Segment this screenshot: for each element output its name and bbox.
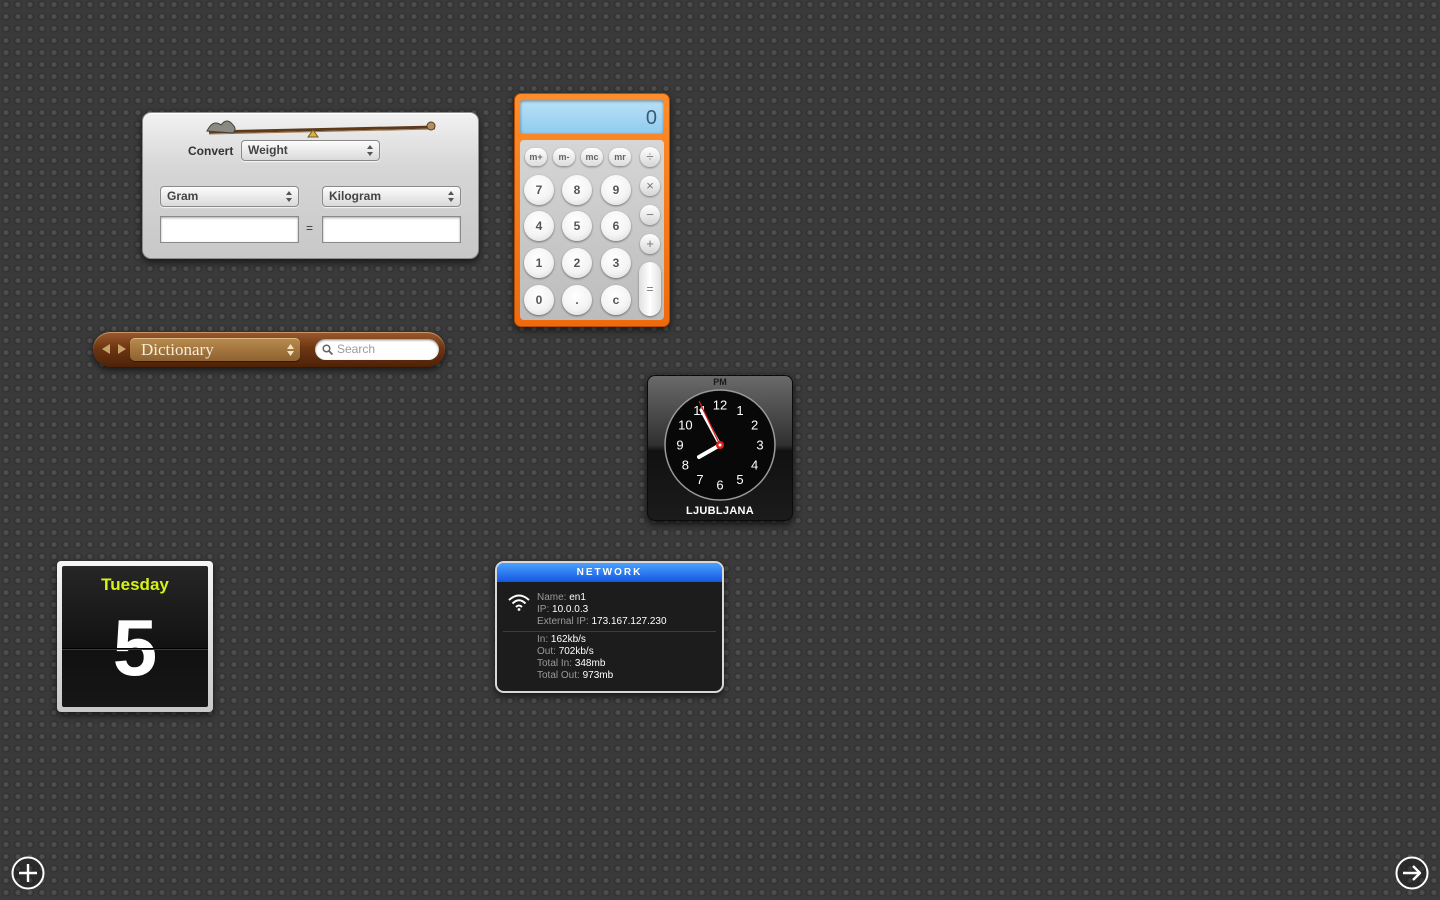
network-in-row: In: 162kb/s xyxy=(537,634,586,645)
category-value: Weight xyxy=(248,143,288,157)
clock-numeral: 5 xyxy=(736,472,743,487)
category-select[interactable]: Weight xyxy=(241,140,380,161)
clock-numeral: 3 xyxy=(756,438,763,453)
dictionary-source-select[interactable]: Dictionary xyxy=(130,338,300,361)
popup-arrows-icon xyxy=(367,145,373,156)
add-button[interactable]: + xyxy=(640,234,660,254)
subtract-button[interactable]: − xyxy=(640,205,660,225)
total-out-value: 973mb xyxy=(582,670,614,681)
memory-recall-button[interactable]: mr xyxy=(609,148,631,166)
out-label: Out: xyxy=(537,646,556,657)
digit-5-button[interactable]: 5 xyxy=(562,211,592,241)
clock-numeral: 10 xyxy=(678,418,692,433)
network-total-in-row: Total In: 348mb xyxy=(537,658,605,669)
clock-numeral: 4 xyxy=(751,458,758,473)
search-icon xyxy=(322,344,333,355)
to-unit-value: Kilogram xyxy=(329,189,382,203)
total-in-value: 348mb xyxy=(574,658,606,669)
in-label: In: xyxy=(537,634,549,645)
network-header: NETWORK xyxy=(497,563,722,582)
ip-address: 10.0.0.3 xyxy=(552,604,589,615)
total-out-label: Total Out: xyxy=(537,670,580,681)
search-placeholder: Search xyxy=(337,342,376,356)
network-widget[interactable]: NETWORK Name: en1 IP: 10.0.0.3 External … xyxy=(495,561,724,693)
memory-add-button[interactable]: m+ xyxy=(525,148,547,166)
clock-city-label: LJUBLJANA xyxy=(685,505,755,517)
network-divider xyxy=(503,631,716,632)
weekday-label: Tuesday xyxy=(101,575,169,594)
clock-numeral: 1 xyxy=(736,403,743,418)
wifi-icon xyxy=(508,594,530,611)
from-unit-select[interactable]: Gram xyxy=(160,186,299,207)
external-ip-label: External IP: xyxy=(537,616,589,627)
ip-label: IP: xyxy=(537,604,550,615)
clock-numeral: 12 xyxy=(713,398,727,413)
multiply-button[interactable]: × xyxy=(640,176,660,196)
decimal-button[interactable]: . xyxy=(562,285,592,315)
clock-face: 12 1234567891011 xyxy=(664,389,776,501)
popup-arrows-icon xyxy=(286,191,292,202)
out-rate: 702kb/s xyxy=(558,646,594,657)
dictionary-search-input[interactable]: Search xyxy=(315,339,439,360)
popup-arrows-icon xyxy=(287,344,294,356)
to-unit-select[interactable]: Kilogram xyxy=(322,186,461,207)
convert-label: Convert xyxy=(188,144,234,158)
digit-2-button[interactable]: 2 xyxy=(562,248,592,278)
interface-name: en1 xyxy=(569,592,586,603)
equals-button[interactable]: = xyxy=(639,262,661,316)
plus-circle-icon[interactable] xyxy=(11,856,45,890)
clock-numeral: 7 xyxy=(696,472,703,487)
flip-divider xyxy=(62,648,208,649)
clock-numeral: 8 xyxy=(682,458,689,473)
memory-subtract-button[interactable]: m- xyxy=(553,148,575,166)
equals-sign: = xyxy=(306,221,314,235)
calendar-widget[interactable]: Tuesday 5 xyxy=(57,561,213,712)
total-in-label: Total In: xyxy=(537,658,573,669)
world-clock-widget[interactable]: PM 12 1 2 3 4 5 6 7 8 9 10 11 LJUBLJANA xyxy=(647,375,793,521)
clock-numeral: 2 xyxy=(751,418,758,433)
calculator-keypad: m+ m- mc mr ÷ 7 8 9 × 4 5 6 − 1 2 3 + 0 … xyxy=(520,140,664,320)
clock-numeral: 6 xyxy=(716,478,723,493)
dictionary-source-value: Dictionary xyxy=(141,340,214,359)
digit-9-button[interactable]: 9 xyxy=(601,175,631,205)
digit-1-button[interactable]: 1 xyxy=(524,248,554,278)
network-ip-row: IP: 10.0.0.3 xyxy=(537,604,588,615)
clock-numeral: 9 xyxy=(676,438,683,453)
to-value-field[interactable] xyxy=(322,216,461,243)
from-unit-value: Gram xyxy=(167,189,199,203)
memory-clear-button[interactable]: mc xyxy=(581,148,603,166)
network-external-ip-row: External IP: 173.167.127.230 xyxy=(537,616,667,627)
in-rate: 162kb/s xyxy=(550,634,586,645)
am-pm-indicator: PM xyxy=(713,377,727,387)
digit-0-button[interactable]: 0 xyxy=(524,285,554,315)
calculator-widget[interactable]: 0 m+ m- mc mr ÷ 7 8 9 × 4 5 6 − 1 2 3 + … xyxy=(514,93,670,327)
digit-6-button[interactable]: 6 xyxy=(601,211,631,241)
network-name-row: Name: en1 xyxy=(537,592,586,603)
calculator-display: 0 xyxy=(520,100,664,134)
network-total-out-row: Total Out: 973mb xyxy=(537,670,613,681)
unit-converter-widget[interactable]: Convert Weight Gram Kilogram = xyxy=(142,112,479,259)
popup-arrows-icon xyxy=(448,191,454,202)
digit-3-button[interactable]: 3 xyxy=(601,248,631,278)
balance-scale-icon xyxy=(206,120,436,138)
dictionary-widget[interactable]: Dictionary Search xyxy=(93,332,445,367)
calendar-panel: Tuesday 5 xyxy=(62,566,208,707)
from-value-field[interactable] xyxy=(160,216,299,243)
digit-8-button[interactable]: 8 xyxy=(562,175,592,205)
network-out-row: Out: 702kb/s xyxy=(537,646,594,657)
arrow-right-circle-icon[interactable] xyxy=(1395,856,1429,890)
name-label: Name: xyxy=(537,592,567,603)
digit-4-button[interactable]: 4 xyxy=(524,211,554,241)
back-forward-arrows-icon[interactable] xyxy=(101,343,127,355)
clear-button[interactable]: c xyxy=(601,285,631,315)
digit-7-button[interactable]: 7 xyxy=(524,175,554,205)
external-ip-address: 173.167.127.230 xyxy=(591,616,667,627)
divide-button[interactable]: ÷ xyxy=(640,147,660,167)
